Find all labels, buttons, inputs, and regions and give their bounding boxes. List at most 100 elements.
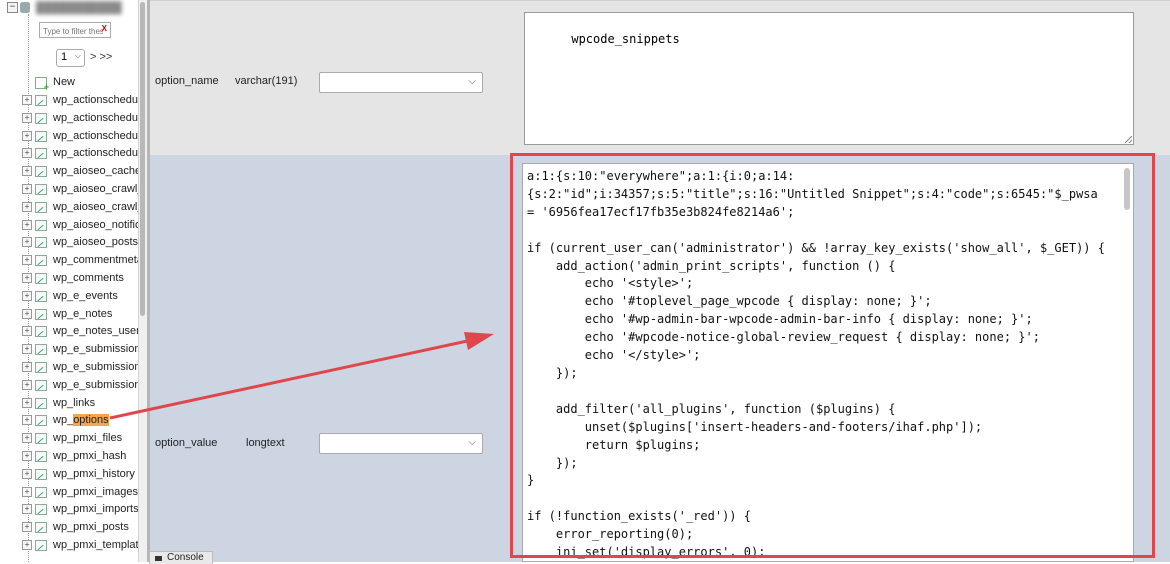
function-select[interactable]: ⌵: [319, 72, 483, 93]
sidebar-table-item[interactable]: + wp_aioseo_crawl_: [22, 181, 138, 198]
table-name[interactable]: wp_aioseo_posts: [53, 236, 138, 248]
table-filter-input[interactable]: [40, 24, 103, 39]
expand-icon[interactable]: +: [22, 290, 32, 301]
table-name[interactable]: wp_actionschedul: [53, 112, 138, 124]
table-icon[interactable]: [35, 290, 47, 302]
table-icon[interactable]: [35, 415, 47, 427]
expand-icon[interactable]: +: [22, 237, 32, 248]
table-icon[interactable]: [35, 326, 47, 338]
table-icon[interactable]: [35, 166, 47, 178]
expand-icon[interactable]: +: [22, 184, 32, 194]
table-name[interactable]: wp_actionschedul: [53, 130, 138, 142]
table-name[interactable]: wp_pmxi_hash: [53, 450, 126, 462]
expand-icon[interactable]: +: [22, 308, 32, 319]
sidebar-table-item[interactable]: + wp_comments: [22, 270, 138, 287]
table-icon[interactable]: [35, 219, 47, 231]
sidebar-table-item[interactable]: + wp_options: [22, 412, 138, 429]
expand-icon[interactable]: +: [22, 326, 32, 337]
sidebar-table-item[interactable]: + wp_aioseo_posts: [22, 234, 138, 251]
expand-icon[interactable]: +: [22, 397, 32, 408]
table-icon[interactable]: [35, 540, 47, 551]
table-icon[interactable]: [35, 468, 47, 480]
expand-icon[interactable]: +: [22, 379, 32, 390]
table-icon[interactable]: [35, 308, 47, 320]
table-name[interactable]: wp_commentmeta: [53, 254, 138, 266]
sidebar-scrollbar[interactable]: [138, 0, 147, 562]
expand-icon[interactable]: +: [22, 415, 32, 426]
expand-icon[interactable]: +: [22, 148, 32, 159]
expand-icon[interactable]: +: [22, 486, 32, 497]
resize-grip-icon[interactable]: [1125, 136, 1132, 143]
sidebar-table-item[interactable]: + wp_aioseo_cache: [22, 163, 138, 180]
table-name[interactable]: wp_e_submission: [53, 379, 138, 391]
expand-icon[interactable]: +: [22, 504, 32, 515]
table-icon[interactable]: [35, 379, 47, 391]
sidebar-table-item[interactable]: + wp_pmxi_template: [22, 537, 138, 554]
expand-icon[interactable]: +: [22, 255, 32, 266]
table-name[interactable]: wp_e_events: [53, 290, 118, 302]
table-name[interactable]: wp_aioseo_notific: [53, 219, 138, 231]
sidebar-table-item[interactable]: + wp_e_events: [22, 288, 138, 305]
table-icon[interactable]: [35, 148, 47, 160]
table-name[interactable]: wp_e_submission: [53, 343, 138, 355]
table-name[interactable]: wp_aioseo_crawl_: [53, 183, 138, 195]
sidebar-table-item[interactable]: + wp_pmxi_posts: [22, 519, 138, 536]
table-icon[interactable]: [35, 130, 47, 142]
table-icon[interactable]: [35, 433, 47, 445]
code-value-textarea[interactable]: a:1:{s:10:"everywhere";a:1:{i:0;a:14: {s…: [522, 163, 1134, 562]
sidebar-table-item[interactable]: + wp_e_submission: [22, 341, 138, 358]
expand-icon[interactable]: +: [22, 95, 32, 105]
table-name[interactable]: wp_comments: [53, 272, 124, 284]
table-icon[interactable]: [35, 362, 47, 373]
sidebar-table-item[interactable]: + wp_commentmeta: [22, 252, 138, 269]
sidebar-table-item[interactable]: + wp_aioseo_crawl_: [22, 199, 138, 216]
function-select[interactable]: ⌵: [319, 433, 483, 454]
table-name[interactable]: wp_e_notes_user: [53, 325, 138, 337]
next-page-link[interactable]: > >>: [90, 51, 112, 63]
expand-icon[interactable]: +: [22, 451, 32, 461]
table-icon[interactable]: [35, 344, 47, 356]
expand-icon[interactable]: +: [22, 540, 32, 550]
expand-icon[interactable]: +: [22, 166, 32, 177]
expand-icon[interactable]: +: [22, 201, 32, 212]
table-name[interactable]: wp_pmxi_template: [53, 539, 138, 551]
table-icon[interactable]: [35, 112, 47, 124]
table-name[interactable]: wp_pmxi_history: [53, 468, 135, 480]
sidebar-table-item[interactable]: + wp_pmxi_files: [22, 430, 138, 447]
table-icon[interactable]: [35, 486, 47, 498]
sidebar-table-item[interactable]: + wp_e_submission: [22, 377, 138, 394]
expand-icon[interactable]: +: [22, 130, 32, 141]
value-textarea[interactable]: wpcode_snippets: [524, 12, 1134, 145]
table-icon[interactable]: [35, 237, 47, 249]
sidebar-table-item[interactable]: + wp_links: [22, 395, 138, 412]
console-tab[interactable]: Console: [149, 551, 213, 564]
table-icon[interactable]: [35, 451, 47, 462]
textarea-scrollbar-thumb[interactable]: [1124, 168, 1130, 210]
sidebar-table-item[interactable]: + wp_e_notes: [22, 306, 138, 323]
expand-icon[interactable]: +: [22, 344, 32, 355]
expand-icon[interactable]: +: [22, 362, 32, 372]
table-name[interactable]: wp_actionschedul: [53, 94, 138, 106]
sidebar-table-item[interactable]: + wp_pmxi_hash: [22, 448, 138, 465]
sidebar-table-item[interactable]: + wp_pmxi_images: [22, 484, 138, 501]
expand-icon[interactable]: +: [22, 433, 32, 444]
table-name[interactable]: wp_aioseo_cache: [53, 165, 138, 177]
table-name[interactable]: wp_pmxi_imports: [53, 503, 138, 515]
sidebar-table-item[interactable]: + wp_pmxi_history: [22, 466, 138, 483]
table-name[interactable]: wp_pmxi_files: [53, 432, 122, 444]
table-icon[interactable]: [35, 201, 47, 213]
table-name[interactable]: wp_e_notes: [53, 308, 112, 320]
table-icon[interactable]: [35, 184, 47, 195]
table-name[interactable]: wp_pmxi_images: [53, 486, 138, 498]
expand-icon[interactable]: +: [22, 219, 32, 230]
collapse-icon[interactable]: −: [7, 2, 18, 13]
sidebar-table-item[interactable]: + wp_e_notes_user: [22, 323, 138, 340]
table-icon[interactable]: [35, 95, 47, 106]
expand-icon[interactable]: +: [22, 273, 32, 283]
new-table-item[interactable]: New: [22, 74, 138, 92]
table-icon[interactable]: [35, 397, 47, 409]
table-name[interactable]: wp_aioseo_crawl_: [53, 201, 138, 213]
table-icon[interactable]: [35, 273, 47, 284]
sidebar-table-item[interactable]: + wp_actionschedul: [22, 110, 138, 127]
sidebar-table-item[interactable]: + wp_aioseo_notific: [22, 217, 138, 234]
